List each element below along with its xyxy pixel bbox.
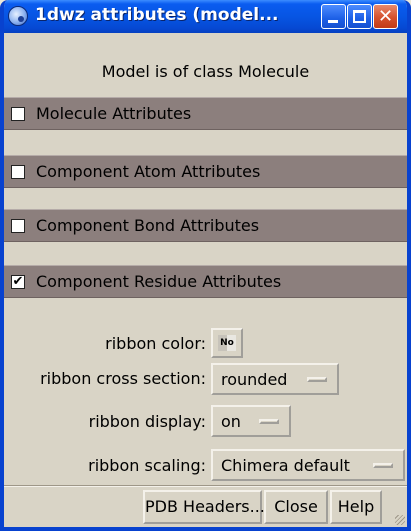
option-menu-indicator-icon — [259, 419, 279, 424]
atom-attributes-checkbox[interactable] — [11, 165, 25, 179]
ribbon-display-label: ribbon display: — [88, 412, 206, 431]
minimize-icon — [328, 20, 338, 23]
ribbon-color-label: ribbon color: — [105, 334, 206, 353]
title-bar[interactable]: 1dwz attributes (model... ✕ — [4, 0, 407, 33]
bond-attributes-header[interactable]: Component Bond Attributes — [4, 209, 407, 242]
ribbon-display-value: on — [221, 412, 241, 431]
molecule-attributes-header[interactable]: Molecule Attributes — [4, 97, 407, 130]
molecule-attributes-label: Molecule Attributes — [36, 104, 192, 123]
atom-attributes-header[interactable]: Component Atom Attributes — [4, 155, 407, 188]
chimera-app-icon — [8, 6, 28, 26]
ribbon-scaling-value: Chimera default — [221, 456, 350, 475]
button-row-separator — [4, 485, 407, 487]
window-title: 1dwz attributes (model... — [35, 5, 279, 25]
ribbon-display-menu[interactable]: on — [211, 405, 291, 437]
maximize-button[interactable] — [347, 4, 372, 29]
ribbon-cross-section-label: ribbon cross section: — [40, 369, 206, 388]
pdb-headers-button[interactable]: PDB Headers... — [143, 490, 265, 524]
ribbon-scaling-label: ribbon scaling: — [88, 456, 206, 475]
option-menu-indicator-icon — [373, 463, 393, 468]
close-window-button[interactable]: ✕ — [373, 4, 398, 29]
maximize-icon — [353, 10, 366, 23]
minimize-button[interactable] — [321, 4, 346, 29]
option-menu-indicator-icon — [307, 377, 327, 382]
ribbon-color-well[interactable]: No — [211, 328, 243, 358]
model-class-text: Model is of class Molecule — [101, 62, 310, 81]
molecule-attributes-checkbox[interactable] — [11, 107, 25, 121]
atom-attributes-label: Component Atom Attributes — [36, 162, 261, 181]
bond-attributes-label: Component Bond Attributes — [36, 216, 260, 235]
attributes-window: 1dwz attributes (model... ✕ Model is of … — [0, 0, 411, 531]
resize-grip-icon[interactable] — [395, 515, 405, 525]
bond-attributes-checkbox[interactable] — [11, 219, 25, 233]
residue-attributes-checkbox[interactable]: ✔ — [11, 275, 25, 289]
ribbon-color-value: No — [218, 335, 236, 351]
help-button[interactable]: Help — [330, 490, 382, 524]
close-button[interactable]: Close — [264, 490, 328, 524]
residue-attributes-label: Component Residue Attributes — [36, 272, 282, 291]
ribbon-cross-section-value: rounded — [221, 370, 288, 389]
ribbon-cross-section-menu[interactable]: rounded — [211, 363, 339, 395]
residue-attributes-header[interactable]: ✔ Component Residue Attributes — [4, 265, 407, 298]
ribbon-scaling-menu[interactable]: Chimera default — [211, 449, 405, 481]
close-icon: ✕ — [377, 6, 394, 27]
